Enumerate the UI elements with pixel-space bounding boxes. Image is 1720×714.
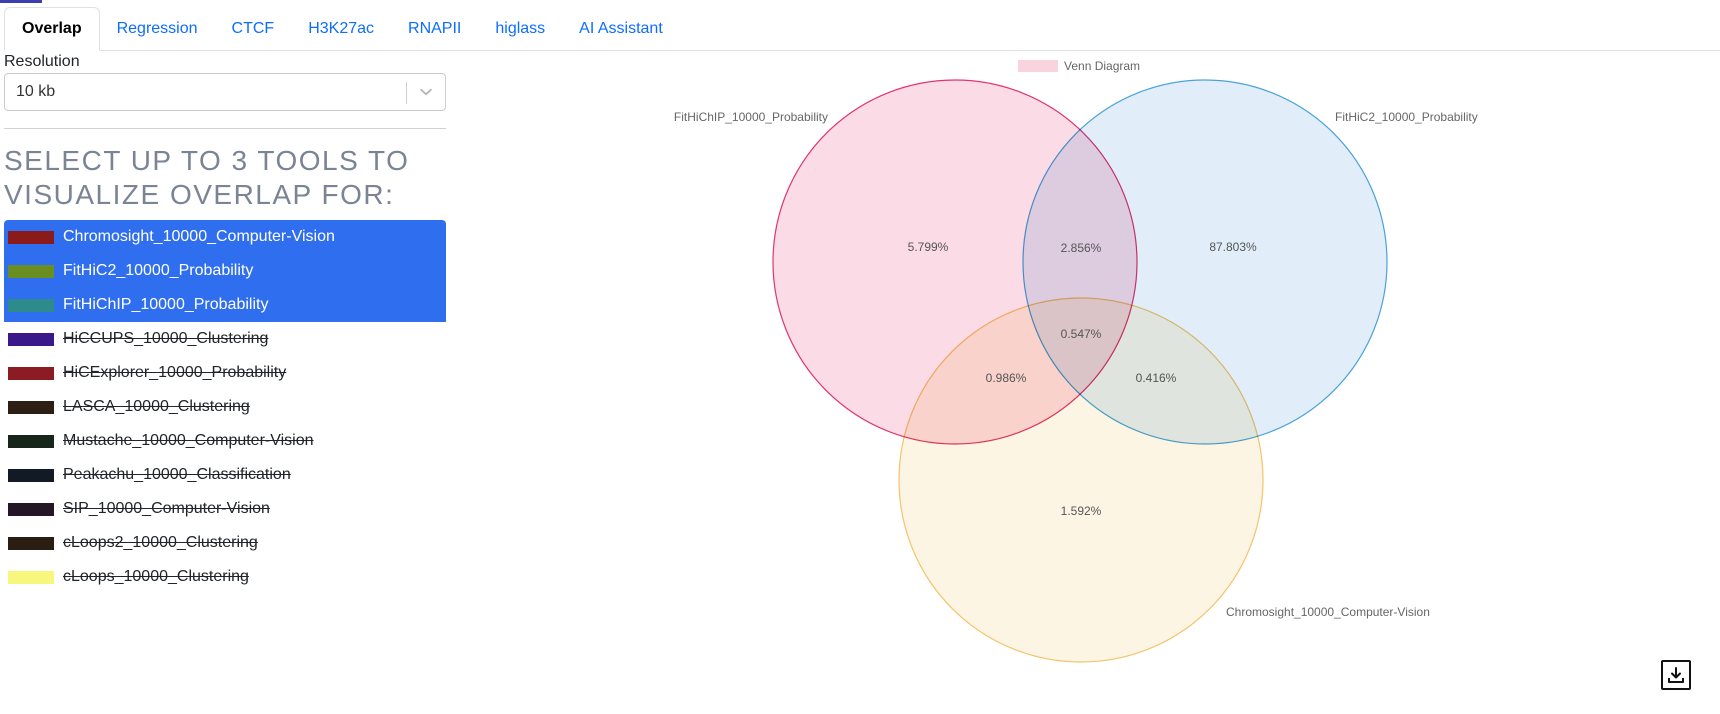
venn-region-label: 87.803% xyxy=(1209,240,1257,254)
download-button[interactable] xyxy=(1661,660,1691,690)
download-icon xyxy=(1668,667,1684,683)
venn-region-label: 5.799% xyxy=(908,240,949,254)
venn-region-label: 0.986% xyxy=(986,371,1027,385)
venn-diagram: Venn Diagram FitHiChIP_10000_Probability F… xyxy=(674,59,1478,663)
venn-region-label: 1.592% xyxy=(1061,504,1102,518)
legend-swatch xyxy=(1018,60,1058,72)
venn-region-label: 0.416% xyxy=(1136,371,1177,385)
venn-region-label: 0.547% xyxy=(1061,327,1102,341)
legend-label: Venn Diagram xyxy=(1064,59,1140,73)
venn-set-label: FitHiC2_10000_Probability xyxy=(1335,110,1478,124)
venn-circle[interactable] xyxy=(898,297,1264,663)
venn-set-label: Chromosight_10000_Computer-Vision xyxy=(1226,605,1430,619)
venn-region-label: 2.856% xyxy=(1061,241,1102,255)
venn-set-label: FitHiChIP_10000_Probability xyxy=(674,110,828,124)
